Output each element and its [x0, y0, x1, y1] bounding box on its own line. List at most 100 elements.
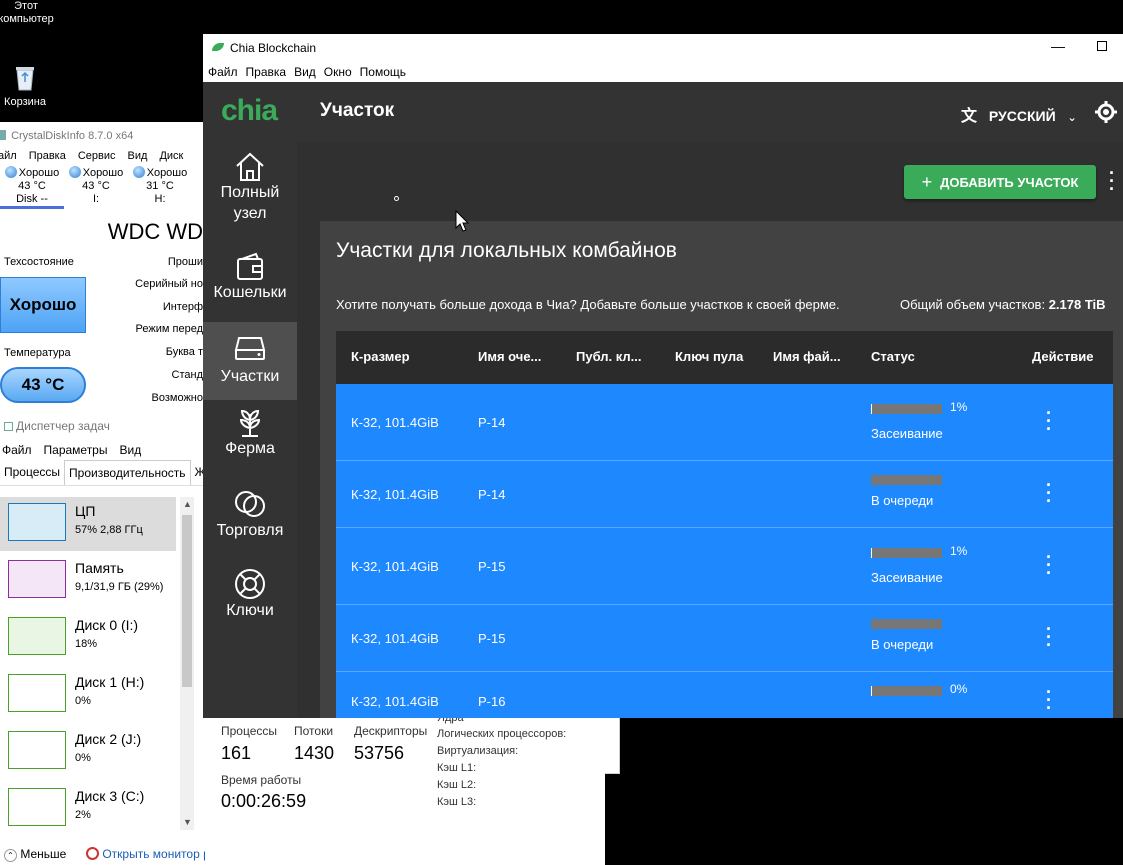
progress-percent: 0% — [950, 682, 968, 696]
column-header[interactable]: Имя фай... — [773, 349, 841, 364]
row-actions-icon[interactable]: · · · — [1039, 683, 1059, 717]
column-header[interactable]: Статус — [871, 349, 915, 364]
queue-name-cell: P-15 — [478, 558, 506, 574]
status-dot-icon — [4, 166, 17, 178]
performance-item[interactable]: Диск 0 (I:) 18% — [0, 611, 176, 665]
wallet-icon — [237, 252, 263, 280]
performance-item[interactable]: ЦП 57% 2,88 ГГц — [0, 497, 176, 551]
menu-item[interactable]: Сервис — [78, 150, 116, 162]
chevron-up-icon: ⌃ — [4, 849, 17, 862]
performance-item[interactable]: Память 9,1/31,9 ГБ (29%) — [0, 554, 176, 608]
menu-item[interactable]: Файл — [2, 443, 32, 457]
scroll-up-arrow-icon[interactable]: ▲ — [183, 499, 192, 509]
recycle-bin-icon — [16, 67, 34, 91]
disk-tab[interactable]: Хорошо 43 °C Disk -- — [0, 166, 64, 209]
disk-temp: 31 °C — [146, 180, 174, 192]
performance-item-value: 57% 2,88 ГГц — [75, 524, 143, 536]
table-row[interactable]: К-32, 101.4GiB P-15 В очереди · · · — [336, 605, 1113, 672]
progress-bar-fill — [871, 404, 873, 414]
table-row[interactable]: К-32, 101.4GiB P-14 1% Засеивание · · · — [336, 384, 1113, 461]
language-selector[interactable]: 文 РУССКИЙ ⌄ — [961, 102, 1077, 126]
nav-item-trade[interactable]: Торговля — [203, 482, 297, 560]
queue-name-cell: P-14 — [478, 414, 506, 430]
menu-item[interactable]: Правка — [29, 150, 66, 162]
plot-size-cell: К-32, 101.4GiB — [351, 694, 439, 709]
mini-graph — [8, 503, 66, 541]
disk-tab[interactable]: Хорошо 43 °C I: — [64, 166, 128, 209]
plot-size-cell: К-32, 101.4GiB — [351, 630, 439, 646]
desktop-icon-computer[interactable]: Этот компьютер — [0, 0, 56, 26]
total-label: Общий объем участков: — [900, 297, 1046, 312]
menu-item[interactable]: Вид — [119, 443, 141, 457]
resource-monitor-icon — [86, 847, 99, 860]
more-vert-icon[interactable]: · · · — [1109, 164, 1115, 198]
table-row[interactable]: К-32, 101.4GiB P-15 1% Засеивание · · · — [336, 528, 1113, 605]
performance-item[interactable]: Диск 2 (J:) 0% — [0, 725, 176, 779]
menu-item[interactable]: Вид — [128, 150, 148, 162]
menu-item[interactable]: Диск — [159, 150, 183, 162]
processes-value: 161 — [221, 743, 252, 763]
menu-item[interactable]: Правка — [246, 65, 287, 79]
column-header[interactable]: Публ. кл... — [576, 349, 642, 364]
disk-selector: Хорошо 43 °C Disk -- Хорошо 43 °C I: Хор… — [0, 166, 205, 209]
uptime-value: 0:00:26:59 — [221, 791, 307, 811]
plot-size-cell: К-32, 101.4GiB — [351, 486, 439, 502]
cpu-info-label: Виртуализация: — [437, 745, 519, 757]
menu-item[interactable]: Помощь — [360, 65, 406, 79]
progress-percent: 1% — [950, 544, 968, 558]
table-row[interactable]: К-32, 101.4GiB P-14 В очереди · · · — [336, 461, 1113, 528]
column-header[interactable]: Имя оче... — [478, 349, 541, 364]
progress-bar — [871, 548, 942, 558]
disk-app-icon — [0, 130, 6, 140]
plot-size-cell: К-32, 101.4GiB — [351, 558, 439, 574]
desktop-icon-label: Этот — [14, 0, 38, 12]
menu-item[interactable]: Файл — [208, 65, 238, 79]
tab-processes[interactable]: Процессы — [0, 460, 64, 485]
row-actions-icon[interactable]: · · · — [1039, 404, 1059, 438]
menu-item[interactable]: Вид — [294, 65, 316, 79]
performance-item[interactable]: Диск 1 (H:) 0% — [0, 668, 176, 722]
table-row[interactable]: К-32, 101.4GiB P-16 0% · · · — [336, 672, 1113, 718]
row-actions-icon[interactable]: · · · — [1039, 548, 1059, 582]
add-plot-button[interactable]: + ДОБАВИТЬ УЧАСТОК — [904, 165, 1096, 199]
main-content: + ДОБАВИТЬ УЧАСТОК · · · Участки для локаль… — [297, 142, 1123, 718]
column-header[interactable]: Действие — [1032, 349, 1093, 364]
nav-item-full-node[interactable]: Полный узел — [203, 142, 297, 222]
disk-status: Хорошо — [82, 167, 124, 179]
nav-item-plots[interactable]: Участки — [203, 322, 297, 400]
status-text: Засеивание — [871, 426, 943, 441]
column-header[interactable]: К-размер — [351, 349, 410, 364]
processes-label: Процессы — [221, 724, 278, 738]
crystaldiskinfo-window: CrystalDiskInfo 8.7.0 x64 айл Правка Серви… — [0, 122, 205, 412]
minimize-icon[interactable]: — — [1051, 38, 1065, 54]
performance-item-value: 18% — [75, 638, 98, 650]
column-header[interactable]: Ключ пула — [675, 349, 743, 364]
scrollbar-thumb[interactable] — [182, 515, 192, 687]
threads-value: 1430 — [294, 743, 335, 763]
queue-name-cell: P-14 — [478, 486, 506, 502]
scroll-down-arrow-icon[interactable]: ▼ — [183, 817, 192, 827]
handles-value: 53756 — [354, 743, 405, 763]
tab-performance[interactable]: Производительность — [64, 460, 191, 485]
menu-item[interactable]: Параметры — [44, 443, 108, 457]
info-label: Буква т — [165, 346, 203, 358]
disk-tab[interactable]: Хорошо 31 °C H: — [128, 166, 192, 209]
menu-item[interactable]: айл — [0, 150, 17, 162]
performance-item[interactable]: Диск 3 (C:) 2% — [0, 782, 176, 836]
performance-stats: Процессы 161 Потоки 1430 Дескрипторы 537… — [205, 712, 620, 865]
maximize-icon[interactable] — [1097, 41, 1107, 51]
desktop-icon-recycle-bin[interactable]: Корзина — [0, 64, 55, 109]
performance-item-name: Диск 0 (I:) — [75, 617, 139, 633]
nav-item-keys[interactable]: Ключи — [203, 562, 297, 640]
menu-item[interactable]: Окно — [324, 65, 352, 79]
row-actions-icon[interactable]: · · · — [1039, 620, 1059, 654]
window-title: CrystalDiskInfo 8.7.0 x64 — [11, 130, 134, 142]
settings-icon[interactable] — [1095, 101, 1117, 123]
scrollbar[interactable]: ▲ ▼ — [180, 497, 194, 830]
fewer-details-button[interactable]: ⌃ Меньше — [4, 847, 66, 862]
nav-item-farm[interactable]: Ферма — [203, 402, 297, 480]
row-actions-icon[interactable]: · · · — [1039, 476, 1059, 510]
nav-item-wallets[interactable]: Кошельки — [203, 242, 297, 320]
desktop-icon-label: компьютер — [0, 13, 54, 25]
mini-graph — [8, 731, 66, 769]
